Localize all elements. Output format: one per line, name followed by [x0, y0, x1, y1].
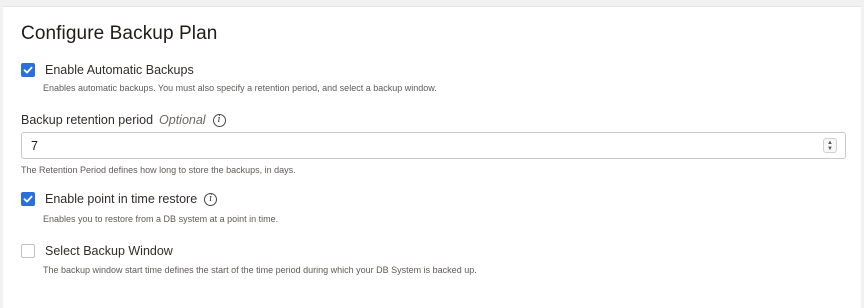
- page-title: Configure Backup Plan: [21, 23, 218, 44]
- number-stepper[interactable]: ▲ ▼: [823, 138, 837, 153]
- backup-window-help: The backup window start time defines the…: [43, 265, 477, 275]
- info-icon[interactable]: i: [204, 192, 218, 206]
- retention-help: The Retention Period defines how long to…: [21, 165, 296, 175]
- backup-window-checkbox[interactable]: [21, 244, 35, 258]
- retention-label: Backup retention period: [21, 113, 154, 127]
- checkmark-icon: [23, 195, 33, 203]
- auto-backups-checkbox[interactable]: [21, 63, 35, 77]
- pitr-help: Enables you to restore from a DB system …: [43, 214, 279, 224]
- retention-period-input[interactable]: 7 ▲ ▼: [21, 132, 846, 159]
- pitr-label[interactable]: Enable point in time restore: [45, 192, 197, 206]
- retention-label-row: Backup retention period Optional i: [21, 113, 226, 127]
- info-icon[interactable]: i: [212, 113, 226, 127]
- chevron-down-icon[interactable]: ▼: [827, 146, 833, 152]
- pitr-checkbox[interactable]: [21, 192, 35, 206]
- backup-window-label[interactable]: Select Backup Window: [45, 244, 173, 258]
- optional-tag: Optional: [159, 113, 206, 127]
- checkmark-icon: [23, 66, 33, 74]
- pitr-row: Enable point in time restore i: [21, 192, 218, 206]
- auto-backups-help: Enables automatic backups. You must also…: [43, 83, 437, 93]
- retention-value: 7: [31, 139, 38, 153]
- auto-backups-label[interactable]: Enable Automatic Backups: [45, 63, 194, 77]
- backup-plan-panel: Configure Backup Plan Enable Automatic B…: [3, 6, 861, 308]
- backup-window-row: Select Backup Window: [21, 244, 173, 258]
- auto-backups-row: Enable Automatic Backups: [21, 63, 194, 77]
